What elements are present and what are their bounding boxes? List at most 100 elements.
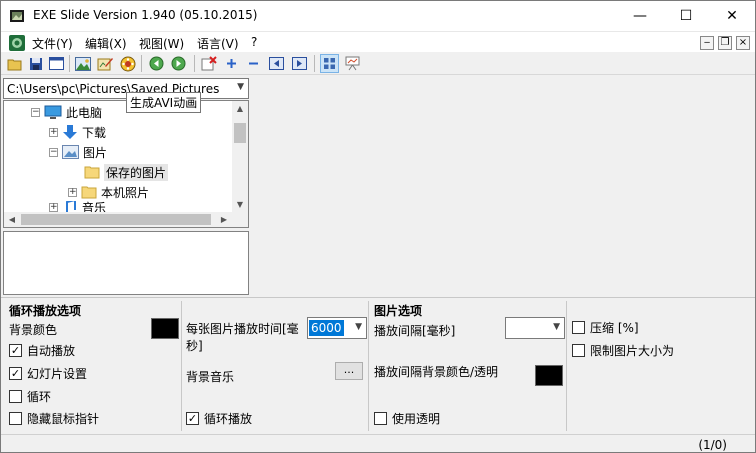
mdi-close-button[interactable]: × [736, 36, 750, 50]
limit-size-checkbox[interactable]: 限制图片大小为 [572, 342, 674, 359]
checkbox-box [9, 412, 22, 425]
tree-expander[interactable]: + [49, 202, 58, 212]
loop-options-title: 循环播放选项 [9, 304, 82, 318]
toolbar-separator [69, 55, 70, 72]
menu-help[interactable]: ? [251, 35, 257, 49]
tree-item-downloads[interactable]: + 下载 [49, 123, 106, 141]
app-menu-icon[interactable] [8, 34, 26, 52]
minimize-button[interactable]: — [617, 1, 663, 31]
interval-label: 播放间隔[毫秒] [374, 324, 456, 338]
computer-icon [44, 105, 62, 119]
presentation-button[interactable] [343, 54, 362, 73]
move-left-button[interactable] [267, 54, 286, 73]
options-divider [181, 301, 182, 431]
add-button[interactable] [222, 54, 241, 73]
hide-cursor-checkbox[interactable]: 隐藏鼠标指针 [9, 410, 99, 427]
next-button[interactable] [169, 54, 188, 73]
mdi-minimize-button[interactable]: ‒ [700, 36, 714, 50]
hide-cursor-label: 隐藏鼠标指针 [27, 412, 100, 426]
folder-icon [81, 186, 97, 199]
previous-button[interactable] [147, 54, 166, 73]
mdi-restore-button[interactable]: ❐ [718, 36, 732, 50]
tree-expander[interactable]: + [68, 187, 77, 197]
close-button[interactable]: ✕ [709, 1, 755, 31]
tree-vertical-scrollbar[interactable]: ▲ ▼ [232, 101, 248, 213]
autoplay-checkbox[interactable]: ✓ 自动播放 [9, 342, 75, 359]
title-bar: EXE Slide Version 1.940 (05.10.2015) — ☐… [1, 1, 755, 31]
checkmark-icon: ✓ [9, 367, 22, 380]
image-options-title: 图片选项 [374, 304, 423, 318]
scroll-up-icon[interactable]: ▲ [232, 101, 248, 117]
compress-checkbox[interactable]: 压缩 [%] [572, 319, 639, 336]
autoplay-label: 自动播放 [27, 344, 76, 358]
limit-size-label: 限制图片大小为 [590, 344, 675, 358]
browse-music-button[interactable]: ... [335, 362, 363, 380]
loop-checkbox[interactable]: 循环 [9, 388, 51, 405]
tree-expander[interactable]: − [49, 147, 58, 157]
interval-combobox[interactable]: ▼ [505, 317, 565, 339]
minus-icon [249, 62, 258, 65]
main-window: EXE Slide Version 1.940 (05.10.2015) — ☐… [0, 0, 756, 453]
maximize-button[interactable]: ☐ [663, 1, 709, 31]
save-button[interactable] [26, 54, 45, 73]
bg-music-label: 背景音乐 [186, 370, 235, 384]
create-avi-button[interactable] [118, 54, 137, 73]
tree-item-saved-pictures[interactable]: 保存的图片 [84, 163, 169, 181]
window-button[interactable] [47, 54, 66, 73]
status-bar: (1/0) [1, 434, 755, 452]
bg-color-swatch[interactable] [151, 318, 179, 339]
open-folder-icon [7, 59, 21, 70]
edit-image-button[interactable] [95, 54, 114, 73]
tree-expander[interactable]: + [49, 127, 58, 137]
tree-item-this-pc[interactable]: − 此电脑 [31, 103, 102, 121]
checkbox-box [572, 321, 585, 334]
options-divider [566, 301, 567, 431]
use-transparency-checkbox[interactable]: 使用透明 [374, 410, 440, 427]
folder-tree[interactable]: − 此电脑 + 下载 − 图片 保存的图片 + 本机照片 + 音乐 ▲ ▼ ◀ … [3, 100, 249, 228]
open-folder-button[interactable] [5, 54, 24, 73]
delete-image-icon [201, 56, 217, 71]
scroll-left-icon[interactable]: ◀ [4, 212, 20, 227]
slide-settings-label: 幻灯片设置 [27, 367, 88, 381]
arrow-left-box-icon [269, 57, 284, 70]
scrollbar-thumb[interactable] [234, 123, 246, 143]
menu-language[interactable]: 语言(V) [197, 35, 239, 52]
tree-item-camera-roll[interactable]: + 本机照片 [68, 183, 149, 201]
interval-bg-swatch[interactable] [535, 365, 563, 386]
tree-expander[interactable]: − [31, 107, 40, 117]
remove-button[interactable] [244, 54, 263, 73]
loop-play-checkbox[interactable]: ✓ 循环播放 [186, 410, 252, 427]
chevron-down-icon[interactable]: ▼ [553, 322, 560, 332]
tree-item-label: 保存的图片 [104, 163, 169, 181]
menu-view[interactable]: 视图(W) [139, 35, 184, 52]
scroll-right-icon[interactable]: ▶ [216, 212, 232, 227]
grid-view-icon [324, 58, 335, 69]
app-icon [10, 10, 24, 22]
per-image-time-combobox[interactable]: 6000 ▼ [307, 317, 367, 339]
chevron-down-icon[interactable]: ▼ [355, 322, 362, 332]
tooltip: 生成AVI动画 [126, 92, 202, 113]
window-icon [49, 57, 64, 70]
compress-label: 压缩 [%] [590, 321, 639, 335]
menu-file[interactable]: 文件(Y) [32, 35, 73, 52]
toolbar-separator [314, 55, 315, 72]
checkmark-icon: ✓ [186, 412, 199, 425]
tree-item-label: 本机照片 [101, 185, 150, 200]
thumbnail-view-button[interactable] [320, 54, 339, 73]
delete-image-button[interactable] [199, 54, 218, 73]
tree-horizontal-scrollbar[interactable]: ◀ ▶ [4, 212, 248, 227]
tree-item-pictures[interactable]: − 图片 [49, 143, 107, 161]
arrow-right-box-icon [292, 57, 307, 70]
thumbnail-panel[interactable] [3, 231, 249, 295]
image-button[interactable] [73, 54, 92, 73]
slide-settings-checkbox[interactable]: ✓ 幻灯片设置 [9, 365, 87, 382]
menu-edit[interactable]: 编辑(X) [85, 35, 127, 52]
scroll-down-icon[interactable]: ▼ [232, 197, 248, 213]
toolbar-separator [194, 55, 195, 72]
green-left-arrow-icon [149, 56, 164, 71]
chevron-down-icon[interactable]: ▼ [237, 82, 244, 92]
scrollbar-thumb[interactable] [21, 214, 211, 225]
menu-bar: 文件(Y) 编辑(X) 视图(W) 语言(V) ? ‒ ❐ × [1, 31, 755, 52]
move-right-button[interactable] [290, 54, 309, 73]
per-image-time-label: 每张图片播放时间[毫秒] [186, 322, 299, 353]
